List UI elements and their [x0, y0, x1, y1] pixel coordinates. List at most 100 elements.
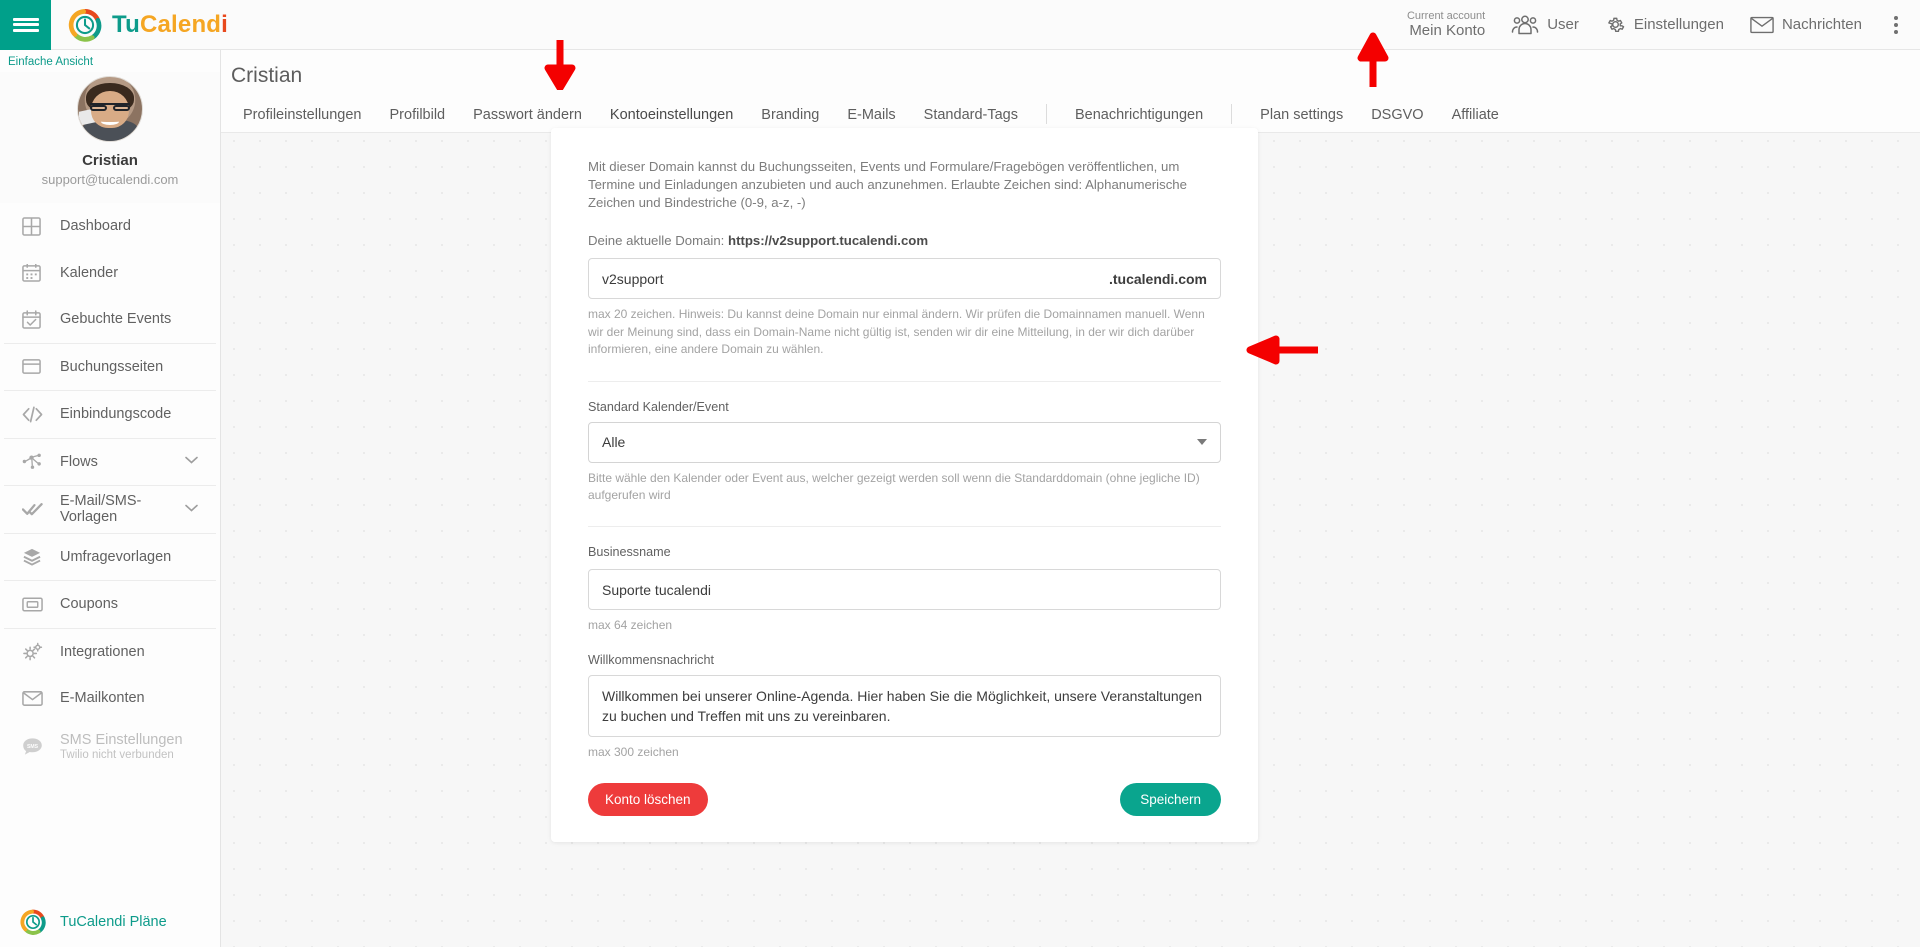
header-actions: Current account Mein Konto User Einstell… [1407, 0, 1920, 50]
calendar-select-value: Alle [602, 434, 626, 451]
sidebar-item-integrationen[interactable]: Integrationen [0, 629, 220, 676]
sidebar-item-label: Coupons [60, 596, 119, 613]
grid-icon [22, 216, 52, 236]
gear-icon [1608, 17, 1625, 33]
sidebar-item-dashboard[interactable]: Dashboard [0, 203, 220, 250]
header-item-nachrichten[interactable]: Nachrichten [1750, 16, 1862, 34]
sidebar-item-label: E-Mailkonten [60, 690, 145, 707]
welcome-message-textarea[interactable]: Willkommen bei unserer Online-Agenda. Hi… [588, 674, 1221, 738]
layers-icon [22, 547, 52, 566]
header-item-einstellungen[interactable]: Einstellungen [1605, 14, 1724, 35]
tab-affiliate[interactable]: Affiliate [1438, 107, 1513, 132]
sidebar-item-email-sms-vorlagen[interactable]: E-Mail/SMS-Vorlagen [0, 486, 220, 533]
tab-group-divider [1045, 104, 1047, 124]
domain-suffix-label: .tucalendi.com [1108, 270, 1207, 287]
arrow-down-kontoeinstellungen [544, 40, 576, 90]
double-check-icon [22, 500, 52, 518]
tucalendi-logo-icon [68, 8, 102, 42]
delete-account-button[interactable]: Konto löschen [588, 782, 708, 816]
header-item-nachrichten-label: Nachrichten [1781, 16, 1862, 33]
kebab-menu-icon[interactable] [1888, 12, 1904, 38]
tab-group-divider [1231, 104, 1233, 124]
welcome-message-label: Willkommensnachricht [588, 652, 714, 667]
sidebar-item-emailkonten[interactable]: E-Mailkonten [0, 675, 220, 722]
domain-input[interactable]: v2support .tucalendi.com [588, 258, 1221, 300]
domain-input-value: v2support [602, 270, 664, 287]
sidebar-profile: Cristian support@tucalendi.com [0, 72, 220, 203]
hamburger-icon-line [12, 17, 39, 21]
calendar-icon [22, 263, 52, 283]
header-item-user[interactable]: User [1511, 15, 1579, 35]
header-item-user-label: User [1547, 16, 1579, 33]
header-item-einstellungen-label: Einstellungen [1633, 16, 1724, 33]
current-account-label: Current account [1406, 9, 1486, 22]
sidebar-item-label: E-Mail/SMS-Vorlagen [60, 493, 142, 526]
sidebar-item-label: Dashboard [60, 218, 131, 235]
account-settings-card: Mit dieser Domain kannst du Buchungsseit… [551, 128, 1258, 842]
sidebar-item-label: Einbindungscode [60, 406, 172, 423]
sidebar-item-label: Kalender [60, 264, 119, 281]
window-icon [22, 357, 52, 376]
top-header-bar: TuCalendi Current account Mein Konto Use… [0, 0, 1920, 50]
current-account-selector[interactable]: Current account Mein Konto [1407, 10, 1485, 40]
sidebar-plans-label: TuCalendi Pläne [60, 914, 167, 930]
card-actions: Konto löschen Speichern [588, 782, 1221, 816]
arrow-up-einstellungen [1357, 32, 1389, 87]
tab-dsgvo[interactable]: DSGVO [1357, 107, 1437, 132]
sidebar-item-coupons[interactable]: Coupons [0, 581, 220, 628]
calendar-select-label: Standard Kalender/Event [588, 399, 729, 414]
tab-profileinstellungen[interactable]: Profileinstellungen [229, 107, 376, 132]
current-domain-row: Deine aktuelle Domain: https://v2support… [588, 233, 1221, 248]
sidebar-item-einbindungscode[interactable]: Einbindungscode [0, 391, 220, 438]
arrow-left-calendar-select [1246, 335, 1318, 365]
sidebar-item-label: SMS Einstellungen [60, 732, 183, 748]
sidebar-navigation: Einfache Ansicht Cristian support@tucale… [0, 50, 221, 947]
brand-logo-link[interactable]: TuCalendi [68, 8, 228, 42]
chevron-down-icon[interactable] [185, 456, 198, 467]
sidebar-item-label: Gebuchte Events [60, 311, 172, 328]
tab-plan-settings[interactable]: Plan settings [1246, 107, 1357, 132]
envelope-icon [22, 690, 52, 707]
avatar-smile [101, 118, 119, 125]
calendar-select[interactable]: Alle [588, 421, 1221, 463]
calendar-check-icon [22, 309, 52, 329]
save-button[interactable]: Speichern [1120, 782, 1221, 816]
business-name-input[interactable]: Suporte tucalendi [588, 569, 1221, 611]
domain-hint: max 20 zeichen. Hinweis: Du kannst deine… [588, 307, 1205, 357]
business-name-value: Suporte tucalendi [602, 581, 711, 598]
sidebar-item-flows[interactable]: Flows [0, 439, 220, 486]
users-icon [1511, 15, 1539, 34]
card-divider [588, 380, 1221, 382]
simple-view-toggle[interactable]: Einfache Ansicht [0, 50, 220, 72]
sidebar-item-sms-einstellungen[interactable]: SMS SMS Einstellungen Twilio nicht verbu… [0, 722, 220, 772]
sidebar-item-tucalendi-plaene[interactable]: TuCalendi Pläne [0, 897, 220, 947]
code-icon [22, 405, 52, 424]
calendar-hint: Bitte wähle den Kalender oder Event aus,… [588, 470, 1200, 502]
hamburger-menu-button[interactable] [0, 0, 51, 50]
sidebar-item-kalender[interactable]: Kalender [0, 250, 220, 297]
sidebar-item-sublabel: Twilio nicht verbunden [60, 749, 174, 761]
sidebar-item-label: Umfragevorlagen [60, 548, 172, 565]
sidebar-item-buchungsseiten[interactable]: Buchungsseiten [0, 344, 220, 391]
sidebar-item-gebuchte-events[interactable]: Gebuchte Events [0, 296, 220, 343]
content-header: Cristian Profileinstellungen Profilbild … [221, 50, 1920, 133]
chevron-down-icon [1197, 439, 1207, 446]
domain-intro-text: Mit dieser Domain kannst du Buchungsseit… [588, 159, 1187, 210]
chevron-down-icon[interactable] [185, 504, 198, 515]
main-content-area: Cristian Profileinstellungen Profilbild … [221, 50, 1920, 947]
sidebar-item-umfragevorlagen[interactable]: Umfragevorlagen [0, 534, 220, 581]
brand-wordmark: TuCalendi [112, 11, 228, 39]
avatar [77, 76, 143, 142]
nodes-icon [22, 452, 52, 471]
settings-tabs: Profileinstellungen Profilbild Passwort … [229, 98, 1920, 132]
kebab-dot [1894, 15, 1898, 20]
kebab-dot [1894, 22, 1898, 27]
business-name-hint: max 64 zeichen [588, 618, 673, 633]
page-title: Cristian [231, 64, 303, 87]
card-divider [588, 526, 1221, 528]
profile-name: Cristian [82, 152, 138, 169]
sidebar-item-label: Integrationen [60, 643, 145, 660]
tab-profilbild[interactable]: Profilbild [376, 107, 460, 132]
current-account-name: Mein Konto [1409, 22, 1486, 40]
envelope-icon [1750, 16, 1774, 33]
